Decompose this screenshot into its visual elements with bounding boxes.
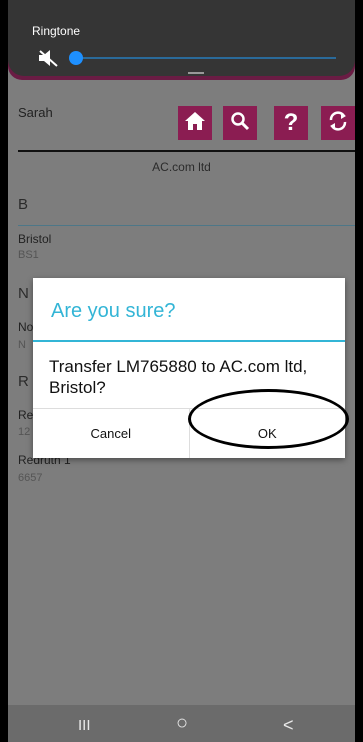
volume-panel: Ringtone	[8, 0, 355, 76]
volume-label: Ringtone	[32, 24, 81, 38]
mute-icon[interactable]	[38, 49, 60, 72]
home-button[interactable]	[178, 106, 212, 140]
section-divider	[18, 225, 355, 226]
dialog-title: Are you sure?	[51, 300, 176, 322]
section-header-r: R	[18, 373, 29, 390]
header-divider	[18, 150, 355, 152]
list-item-sub: BS1	[18, 249, 39, 261]
volume-slider-handle[interactable]	[69, 51, 83, 65]
refresh-button[interactable]	[321, 106, 355, 140]
user-name: Sarah	[18, 105, 53, 120]
panel-drag-handle[interactable]	[188, 72, 204, 74]
volume-slider-track[interactable]	[78, 57, 336, 59]
list-item-sub: 6657	[18, 472, 43, 484]
search-icon	[230, 111, 250, 136]
dialog-title-divider	[33, 340, 345, 342]
recent-apps-button[interactable]: III	[78, 717, 91, 734]
highlight-ellipse	[188, 389, 349, 449]
list-item-name[interactable]: Bristol	[18, 232, 51, 246]
help-button[interactable]: ?	[274, 106, 308, 140]
home-icon	[184, 111, 206, 136]
company-name: AC.com ltd	[152, 160, 211, 174]
section-header-n: N	[18, 285, 29, 302]
search-button[interactable]	[223, 106, 257, 140]
list-item-name[interactable]: No	[18, 320, 33, 334]
home-nav-button[interactable]: ○	[176, 712, 188, 735]
back-button[interactable]: <	[283, 715, 294, 736]
cancel-button[interactable]: Cancel	[33, 409, 189, 458]
help-icon: ?	[283, 109, 299, 136]
list-item-sub: 12	[18, 426, 31, 438]
system-navbar: III ○ <	[8, 705, 355, 742]
list-item-sub: N	[18, 339, 26, 351]
refresh-icon	[327, 110, 349, 137]
list-item-name[interactable]: Re	[18, 408, 33, 422]
section-header-b: B	[18, 196, 29, 213]
